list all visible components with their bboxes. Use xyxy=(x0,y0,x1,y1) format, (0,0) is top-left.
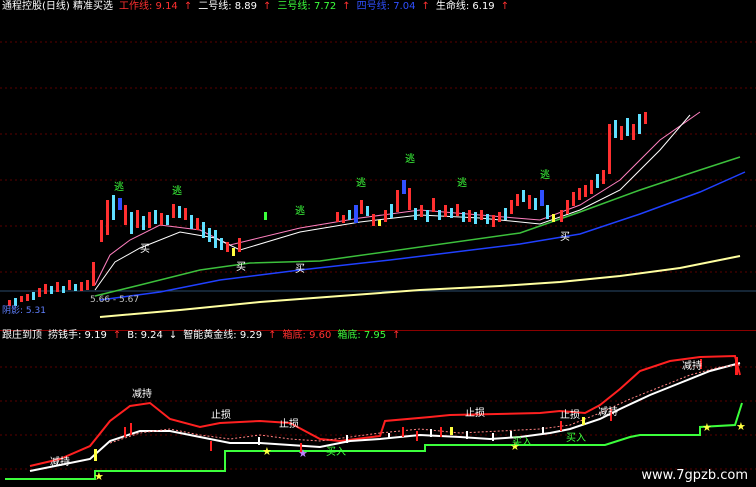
buy-marker: 买 xyxy=(295,263,305,275)
dotted-signal-line xyxy=(109,364,741,444)
candles-early xyxy=(8,262,95,306)
buy-in-label: 买入 xyxy=(326,446,346,458)
escape-marker: 逃 xyxy=(295,204,305,217)
sub-indicator-name: 跟庄到顶 xyxy=(2,330,42,341)
main-chart-pane[interactable]: 通程控股(日线) 精准买选 工作线: 9.14 ↑ 二号线: 8.89 ↑ 三号线:… xyxy=(0,0,756,331)
legend-box-bottom: 箱底: 7.95 xyxy=(337,330,387,341)
legend-line-2: 二号线: 8.89 xyxy=(198,1,258,12)
buy-marker: 买 xyxy=(560,231,570,243)
main-chart-svg: 逃 逃 逃 逃 逃 逃 逃 买 买 买 买 5.66 - 5.67 阴影: 5.… xyxy=(0,41,756,318)
watermark: www.7gpzb.com xyxy=(641,468,748,483)
buy-in-label: 买入 xyxy=(512,436,532,448)
buy-in-label: 买入 xyxy=(566,432,586,444)
arrow-down-icon: ↓ xyxy=(168,330,178,341)
legend-box-top: 箱底: 9.60 xyxy=(282,330,332,341)
star-icon: ★ xyxy=(702,421,712,434)
stop-loss-label: 止损 xyxy=(465,406,485,419)
arrow-up-icon: ↑ xyxy=(342,1,351,12)
star-icon: ★ xyxy=(736,420,746,433)
arrow-up-icon: ↑ xyxy=(421,1,430,12)
legend-life-line: 生命线: 6.19 xyxy=(435,1,495,12)
yellow-ma-line xyxy=(99,255,741,318)
legend-gold-line: 智能黄金线: 9.29 xyxy=(183,330,263,341)
arrow-up-icon: ↑ xyxy=(183,1,193,12)
star-icon: ★ xyxy=(94,470,104,483)
main-legend: 通程控股(日线) 精准买选 工作线: 9.14 ↑ 二号线: 8.89 ↑ 三号线:… xyxy=(2,0,509,13)
star-icon: ★ xyxy=(298,447,308,460)
arrow-up-icon: ↑ xyxy=(112,330,122,341)
reduce-label: 减持 xyxy=(682,359,702,372)
legend-money-hand: 捞钱手: 9.19 xyxy=(48,330,107,341)
legend-b: B: 9.24 xyxy=(127,330,163,341)
low-value-tag: 阴影: 5.31 xyxy=(2,305,46,316)
buy-marker: 买 xyxy=(236,261,246,273)
escape-marker: 逃 xyxy=(457,176,467,189)
red-box-top-line xyxy=(29,354,741,467)
arrow-up-icon: ↑ xyxy=(268,330,277,341)
legend-line-4: 四号线: 7.04 xyxy=(356,1,416,12)
white-main-line xyxy=(29,362,741,472)
blue-ma-line xyxy=(99,171,746,301)
arrow-up-icon: ↑ xyxy=(392,330,401,341)
stop-loss-label: 止损 xyxy=(279,417,299,430)
sub-indicator-pane[interactable]: ★ ★ ★ ★ ★ ★ 止损 止损 止损 止损 减持 减持 减持 减持 买入 买… xyxy=(0,331,756,487)
star-icon: ★ xyxy=(262,445,272,458)
legend-work-line: 工作线: 9.14 xyxy=(118,1,178,12)
stop-loss-label: 止损 xyxy=(211,408,231,421)
white-ma-line xyxy=(94,114,691,291)
escape-marker: 逃 xyxy=(172,184,182,197)
candles-mid xyxy=(264,180,555,227)
price-range-tag: 5.66 - 5.67 xyxy=(90,295,139,305)
legend-line-3: 三号线: 7.72 xyxy=(277,1,337,12)
indicator-name: 通程控股(日线) 精准买选 xyxy=(2,1,113,12)
escape-marker: 逃 xyxy=(356,176,366,189)
arrow-up-icon: ↑ xyxy=(500,1,510,12)
sub-legend: 跟庄到顶 捞钱手: 9.19 ↑ B: 9.24 ↓ 智能黄金线: 9.29 ↑ 箱底… xyxy=(2,329,401,342)
sub-chart-svg: ★ ★ ★ ★ ★ ★ 止损 止损 止损 止损 减持 减持 减持 减持 买入 买… xyxy=(0,354,756,483)
arrow-up-icon: ↑ xyxy=(263,1,272,12)
red-bars xyxy=(124,357,738,453)
escape-marker: 逃 xyxy=(540,168,550,181)
reduce-label: 减持 xyxy=(50,455,70,468)
escape-marker: 逃 xyxy=(405,152,415,165)
candles-rally-2 xyxy=(560,112,647,222)
buy-marker: 买 xyxy=(140,243,150,255)
escape-marker: 逃 xyxy=(114,180,124,193)
stop-loss-label: 止损 xyxy=(560,408,580,421)
reduce-label: 减持 xyxy=(132,387,152,400)
reduce-label: 减持 xyxy=(598,405,618,418)
